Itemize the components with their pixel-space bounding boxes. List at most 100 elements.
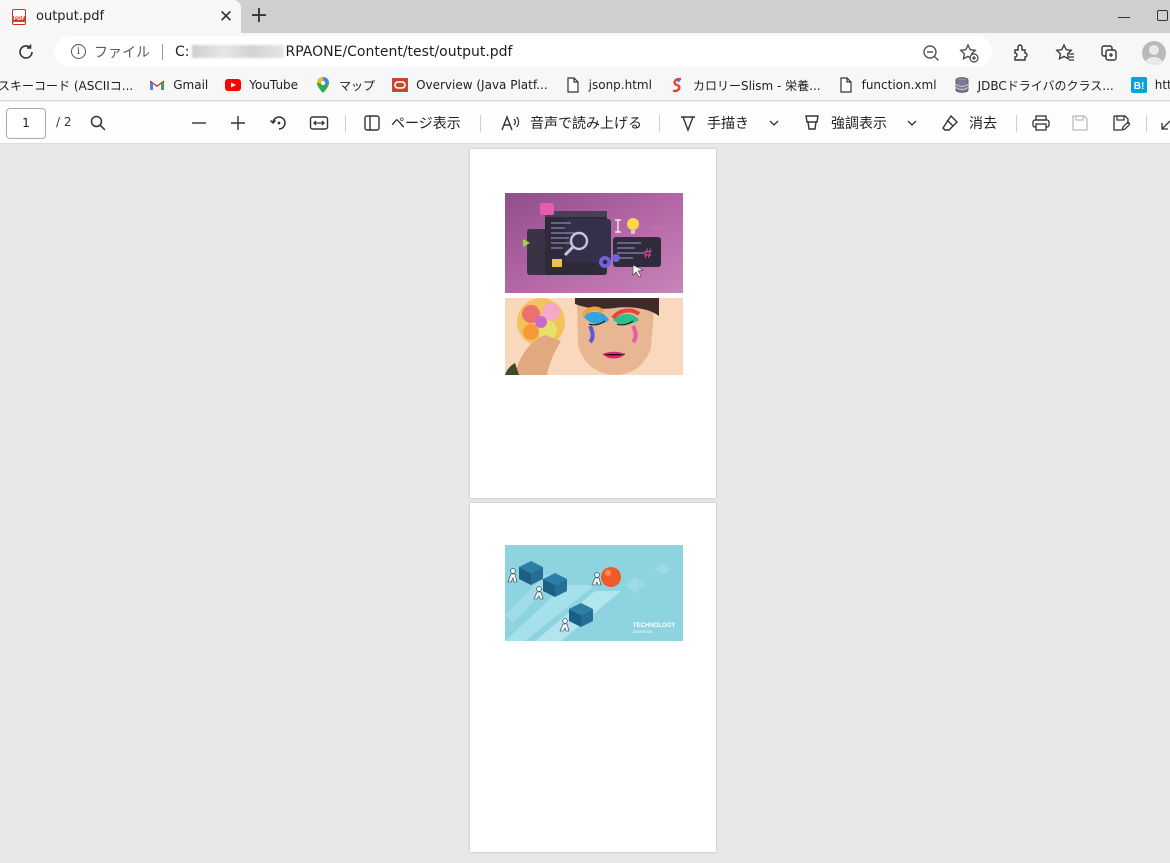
pdf-page-2: TECHNOLOGY INNOVATION [470,503,716,852]
toolbar-separator [1016,115,1017,132]
add-favorite-icon[interactable] [958,42,980,64]
document-icon [565,77,581,93]
favorite-item[interactable]: Overview (Java Platf... [392,73,548,97]
favorite-item[interactable]: jsonp.html [565,73,652,97]
page-number-input[interactable]: 1 [6,108,46,139]
print-button[interactable] [1031,113,1051,133]
redacted-path [191,45,284,58]
reload-button[interactable] [15,41,37,63]
database-icon [954,77,970,93]
find-button[interactable] [89,113,107,133]
toolbar-separator [345,115,346,132]
info-icon[interactable]: i [71,44,86,59]
fit-to-width-button[interactable] [309,113,329,133]
tab-title: output.pdf [36,9,105,24]
search-icon [90,115,106,131]
page-view-icon [364,115,380,131]
save-as-button[interactable] [1112,113,1130,133]
draw-options-dropdown[interactable] [768,113,780,133]
draw-button[interactable]: 手描き [679,113,749,133]
save-button[interactable] [1071,113,1089,133]
technology-innovation-image: TECHNOLOGY INNOVATION [505,545,683,641]
favorite-label: JDBCドライバのクラス... [977,78,1114,93]
svg-text:#: # [644,245,652,261]
favorite-label: https://b.hatena.ne.... [1154,78,1170,92]
collections-icon[interactable] [1098,42,1120,64]
new-tab-button[interactable]: + [248,2,270,30]
favorite-label: Gmail [173,78,209,92]
address-separator [162,43,163,60]
favorite-label: Overview (Java Platf... [416,78,548,92]
toolbar-separator [480,115,481,132]
pdf-page-1: </> # [470,149,716,498]
favorite-item[interactable]: Gmail [149,73,208,97]
slism-icon [669,77,685,93]
chevron-down-icon [769,120,779,126]
document-icon [838,77,854,93]
print-icon [1032,115,1050,131]
extensions-icon[interactable] [1010,42,1032,64]
svg-text:B!: B! [1133,81,1144,92]
fit-width-icon [309,116,329,130]
address-bar[interactable]: i ファイル C: RPAONE/Content/test/output.pdf [54,36,992,67]
address-prefix: C: [175,43,190,60]
erase-label: 消去 [969,116,997,132]
expand-icon [1161,120,1170,130]
tab-strip: output.pdf ✕ + [0,0,1170,33]
tab-close-button[interactable]: ✕ [211,7,241,27]
fullscreen-button[interactable] [1160,113,1170,133]
highlight-options-dropdown[interactable] [906,113,918,133]
page-view-button[interactable]: ページ表示 [363,113,461,133]
favorite-label: カロリーSlism - 栄養... [692,78,821,93]
image-text-technology: TECHNOLOGY [633,623,675,629]
favorite-item[interactable]: JDBCドライバのクラス... [954,73,1114,97]
toolbar-separator [659,115,660,132]
eraser-icon [942,114,958,131]
favorite-item[interactable]: B! https://b.hatena.ne.... [1130,73,1170,97]
favorites-bar: スキーコード (ASCIIコ... Gmail YouTube マップ Over… [0,70,1170,101]
draw-label: 手描き [707,116,749,132]
favorite-item[interactable]: YouTube [225,73,298,97]
read-aloud-icon [501,115,520,131]
image-text-innovation: INNOVATION [633,630,653,634]
toolbar-separator [1146,115,1147,132]
favorite-label: function.xml [861,78,937,92]
favorites-icon[interactable] [1054,42,1076,64]
zoom-out-icon[interactable] [920,42,942,64]
navigation-bar: i ファイル C: RPAONE/Content/test/output.pdf [0,33,1170,70]
chevron-down-icon [907,120,917,126]
favorite-item[interactable]: スキーコード (ASCIIコ... [0,73,133,97]
window-minimize-button[interactable] [1118,17,1130,18]
read-aloud-label: 音声で読み上げる [530,116,642,132]
save-as-icon [1113,115,1130,131]
highlight-label: 強調表示 [831,116,887,132]
page-view-label: ページ表示 [391,116,461,132]
minus-icon [192,122,206,124]
favorite-label: スキーコード (ASCIIコ... [0,78,134,93]
profile-avatar[interactable] [1142,41,1166,65]
highlighter-icon [805,115,819,130]
youtube-icon [225,77,242,93]
developer-tools-image: </> # [505,193,683,293]
favorite-label: jsonp.html [588,78,652,92]
makeup-portrait-image [505,298,683,375]
maps-pin-icon [315,77,331,93]
highlight-button[interactable]: 強調表示 [803,113,887,133]
favorite-item[interactable]: カロリーSlism - 栄養... [669,73,821,97]
address-url[interactable]: C: RPAONE/Content/test/output.pdf [175,44,513,60]
hatena-icon: B! [1130,77,1147,93]
favorite-label: YouTube [249,78,299,92]
erase-button[interactable]: 消去 [941,113,997,133]
save-icon [1072,115,1088,131]
window-maximize-button[interactable] [1157,10,1168,21]
tab-output-pdf[interactable]: output.pdf ✕ [0,0,241,33]
zoom-in-button[interactable] [229,113,247,133]
read-aloud-button[interactable]: 音声で読み上げる [500,113,642,133]
zoom-out-button[interactable] [190,113,208,133]
oracle-icon [392,77,409,93]
rotate-icon [269,116,286,130]
rotate-button[interactable] [269,113,289,133]
svg-text:</>: </> [651,225,666,234]
favorite-item[interactable]: function.xml [838,73,937,97]
favorite-item[interactable]: マップ [315,73,375,97]
